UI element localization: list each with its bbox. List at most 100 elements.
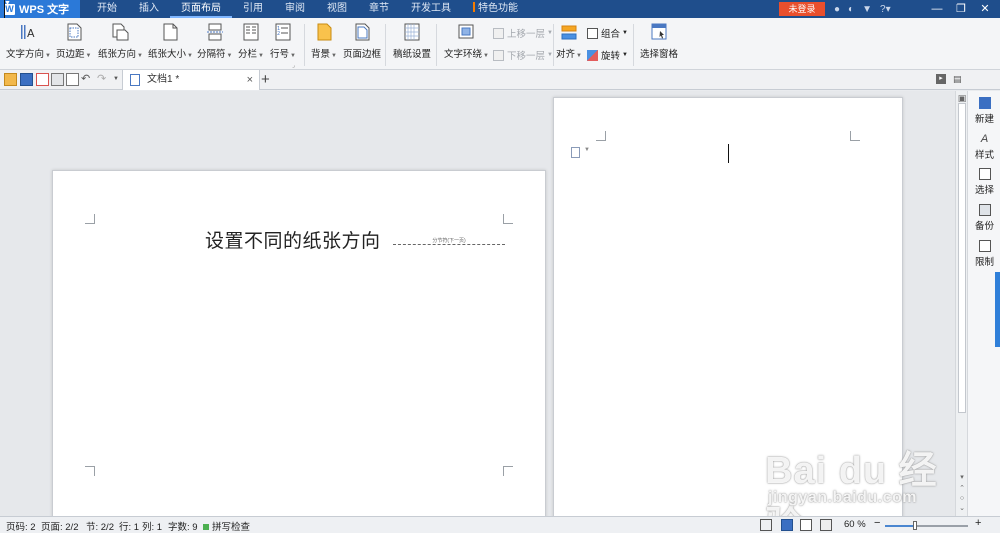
text-wrap-label: 文字环绕	[444, 49, 483, 60]
tab-insert[interactable]: 插入	[128, 0, 170, 18]
text-wrap-button[interactable]: 文字环绕▼	[444, 22, 489, 60]
vertical-scrollbar[interactable]: ▣ ▾ ⌃ ○ ⌄	[955, 91, 967, 516]
rotate-button[interactable]: 旋转 ▼	[587, 48, 628, 62]
document-tab-bar: ↶ ↷ ▼ 文档1 * × + ▸ ▤	[0, 70, 1000, 90]
group-icon	[587, 27, 598, 39]
spell-check-icon	[203, 524, 209, 530]
status-page-number[interactable]: 页码: 2	[6, 519, 36, 533]
tab-chapter[interactable]: 章节	[358, 0, 400, 18]
tab-list-icon[interactable]: ▸	[936, 74, 946, 84]
send-backward-button[interactable]: 下移一层 ▼	[493, 48, 553, 62]
separator-button[interactable]: 分隔符▼	[197, 22, 232, 60]
page-view-icon[interactable]	[781, 519, 793, 531]
help-icon[interactable]: ?▾	[880, 4, 891, 15]
side-select-button[interactable]: 选择	[968, 168, 1000, 196]
tab-page-layout[interactable]: 页面布局	[170, 0, 232, 18]
tab-special-features[interactable]: 特色功能	[462, 0, 529, 18]
zoom-slider-knob[interactable]	[912, 521, 917, 530]
align-icon	[560, 22, 578, 42]
print-preview-icon[interactable]	[66, 73, 79, 86]
status-section[interactable]: 节: 2/2	[86, 519, 114, 533]
close-window-button[interactable]: ✕	[974, 0, 996, 18]
print-icon[interactable]	[51, 73, 64, 86]
manuscript-settings-button[interactable]: 稿纸设置	[393, 22, 431, 60]
full-screen-icon[interactable]	[760, 519, 772, 531]
login-button[interactable]: 未登录	[779, 2, 825, 16]
selection-pane-button[interactable]: 选择窗格	[640, 22, 678, 60]
side-new-label: 新建	[974, 114, 994, 125]
status-word-count[interactable]: 字数: 9	[168, 519, 198, 533]
text-wrap-icon	[457, 22, 475, 42]
paper-size-icon	[161, 22, 179, 42]
align-button[interactable]: 对齐▼	[556, 22, 582, 60]
side-pane-handle[interactable]	[995, 272, 1000, 347]
pdf-export-icon[interactable]	[36, 73, 49, 86]
status-column[interactable]: 列: 1	[142, 519, 162, 533]
tab-menu-icon[interactable]: ▤	[953, 74, 962, 85]
orange-bar-icon	[473, 2, 475, 12]
orientation-button[interactable]: 纸张方向▼	[98, 22, 143, 60]
close-tab-icon[interactable]: ×	[247, 70, 253, 90]
background-button[interactable]: 背景▼	[311, 22, 337, 60]
text-direction-button[interactable]: A 文字方向▼	[6, 22, 51, 60]
zoom-slider[interactable]	[885, 521, 968, 530]
page-border-icon	[353, 22, 371, 42]
zoom-level[interactable]: 60 %	[844, 519, 866, 530]
cloud-icon[interactable]: ◐	[848, 4, 854, 15]
minimize-button[interactable]: —	[926, 0, 948, 18]
dialog-launcher-icon[interactable]: ⌟	[292, 62, 295, 69]
side-restrict-button[interactable]: 限制	[968, 240, 1000, 268]
skin-icon[interactable]: ●	[834, 4, 840, 15]
restore-button[interactable]: ❐	[950, 0, 972, 18]
tab-review[interactable]: 审阅	[274, 0, 316, 18]
side-style-button[interactable]: A 样式	[968, 133, 1000, 161]
web-view-icon[interactable]	[820, 519, 832, 531]
outline-view-icon[interactable]	[800, 519, 812, 531]
orientation-label: 纸张方向	[98, 49, 137, 60]
margins-button[interactable]: 页边距▼	[56, 22, 91, 60]
crop-mark	[503, 214, 513, 224]
paragraph-options-icon[interactable]	[571, 147, 580, 158]
zoom-in-button[interactable]: +	[975, 517, 981, 529]
new-tab-button[interactable]: +	[261, 70, 270, 89]
margins-label: 页边距	[56, 49, 85, 60]
status-row[interactable]: 行: 1	[119, 519, 139, 533]
selection-pane-icon	[650, 22, 668, 42]
page-border-button[interactable]: 页面边框	[343, 22, 381, 60]
side-backup-button[interactable]: 备份	[968, 204, 1000, 232]
page-1[interactable]: 设置不同的纸张方向 分节符(下一页)	[52, 170, 546, 516]
page-2[interactable]: ▼	[553, 97, 903, 516]
zoom-out-button[interactable]: −	[874, 517, 880, 529]
select-icon	[978, 168, 991, 180]
columns-button[interactable]: 分栏▼	[238, 22, 264, 60]
chevron-down-icon[interactable]: ▼	[584, 147, 590, 153]
group-button[interactable]: 组合 ▼	[587, 26, 628, 40]
tab-developer[interactable]: 开发工具	[400, 0, 462, 18]
crop-mark	[850, 131, 860, 141]
backup-icon	[978, 204, 991, 216]
tab-view[interactable]: 视图	[316, 0, 358, 18]
line-numbers-button[interactable]: 12 行号▼	[270, 22, 296, 60]
redo-icon[interactable]: ↷	[97, 73, 110, 86]
undo-icon[interactable]: ↶	[81, 73, 94, 86]
page-border-label: 页面边框	[343, 49, 382, 60]
columns-label: 分栏	[238, 49, 258, 60]
document-tab[interactable]: 文档1 * ×	[122, 70, 260, 90]
paper-size-button[interactable]: 纸张大小▼	[148, 22, 193, 60]
manuscript-icon	[403, 22, 421, 42]
scrollbar-thumb[interactable]	[958, 103, 966, 413]
tab-home[interactable]: 开始	[86, 0, 128, 18]
shirt-icon[interactable]: ▼	[862, 4, 872, 15]
side-new-button[interactable]: 新建	[968, 97, 1000, 125]
open-folder-icon[interactable]	[4, 73, 17, 86]
crop-mark	[85, 466, 95, 476]
spell-check-button[interactable]: 拼写检查	[203, 519, 250, 533]
save-icon[interactable]	[20, 73, 33, 86]
bring-forward-button[interactable]: 上移一层 ▼	[493, 26, 553, 40]
app-menu-button[interactable]: W WPS 文字 ▼	[0, 0, 80, 19]
title-bar-icons: ● ◐ ▼ ?▾	[834, 0, 891, 18]
section-break-marker: 分节符(下一页)	[393, 238, 505, 245]
document-heading[interactable]: 设置不同的纸张方向	[205, 226, 381, 253]
status-pages[interactable]: 页面: 2/2	[41, 519, 79, 533]
tab-references[interactable]: 引用	[232, 0, 274, 18]
